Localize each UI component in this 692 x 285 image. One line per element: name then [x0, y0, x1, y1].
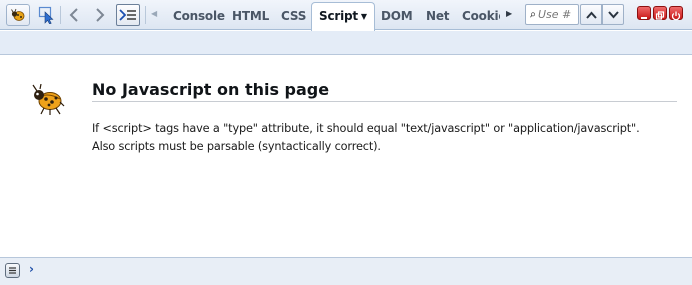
tab-label: Cookie — [462, 9, 500, 23]
tab-css[interactable]: CSS — [281, 5, 306, 30]
inspect-cursor-icon — [38, 6, 54, 24]
tabs-scroll-left-icon[interactable]: ◀ — [151, 9, 157, 18]
message-line: If <script> tags have a "type" attribute… — [92, 122, 640, 135]
command-line-bar: › — [0, 257, 692, 285]
search-box[interactable] — [525, 4, 579, 25]
detach-button[interactable] — [653, 6, 667, 20]
dropdown-arrow-icon[interactable]: ▼ — [361, 12, 367, 21]
firebug-bug-icon — [32, 84, 65, 115]
info-message: If <script> tags have a "type" attribute… — [92, 120, 682, 156]
toolbar: ◀ Console HTML CSS Script ▼ DOM Net Cooki… — [0, 0, 692, 31]
chevron-down-icon — [607, 10, 619, 18]
tab-html[interactable]: HTML — [232, 5, 269, 30]
page-title: No Javascript on this page — [92, 80, 677, 102]
tab-label: Console — [173, 9, 225, 23]
tab-label: DOM — [381, 9, 413, 23]
command-line-icon — [119, 9, 136, 21]
minimize-button[interactable] — [637, 6, 651, 20]
tabs-overflow-icon[interactable]: ▶ — [506, 9, 512, 18]
firebug-window: ◀ Console HTML CSS Script ▼ DOM Net Cooki… — [0, 0, 692, 285]
search-icon — [530, 11, 535, 17]
close-firebug-button[interactable] — [669, 6, 683, 21]
command-line-button[interactable] — [116, 4, 140, 26]
search-previous-button[interactable] — [580, 4, 602, 25]
tab-label: CSS — [281, 9, 307, 23]
tab-script[interactable]: Script ▼ — [311, 2, 375, 31]
tab-label: HTML — [232, 9, 270, 23]
back-button[interactable] — [64, 4, 84, 26]
tab-console[interactable]: Console — [173, 5, 225, 30]
tab-cookies[interactable]: Cookie — [462, 5, 500, 30]
minimize-icon — [641, 17, 647, 19]
panel-subtoolbar — [0, 31, 692, 55]
firebug-icon — [11, 8, 25, 21]
chevron-up-icon — [585, 11, 597, 19]
forward-button[interactable] — [90, 4, 110, 26]
command-editor-toggle-button[interactable] — [5, 263, 20, 278]
chevron-left-icon — [69, 8, 78, 22]
chevron-right-icon — [96, 8, 105, 22]
power-icon — [671, 11, 681, 21]
tab-label: Net — [426, 9, 450, 23]
script-panel: No Javascript on this page If <script> t… — [0, 56, 692, 256]
separator — [145, 6, 146, 24]
inspect-button[interactable] — [36, 4, 58, 26]
search-input[interactable] — [538, 8, 578, 21]
search-next-button[interactable] — [602, 4, 624, 25]
list-icon — [9, 267, 16, 274]
tab-net[interactable]: Net — [426, 5, 450, 30]
detach-window-icon — [655, 11, 665, 20]
separator — [60, 6, 61, 24]
message-line: Also scripts must be parsable (syntactic… — [92, 140, 381, 153]
command-line-input[interactable] — [40, 260, 688, 282]
tab-label: Script — [319, 9, 358, 23]
command-prompt: › — [29, 262, 34, 276]
firebug-menu-button[interactable] — [6, 4, 30, 26]
tab-dom[interactable]: DOM — [381, 5, 413, 30]
